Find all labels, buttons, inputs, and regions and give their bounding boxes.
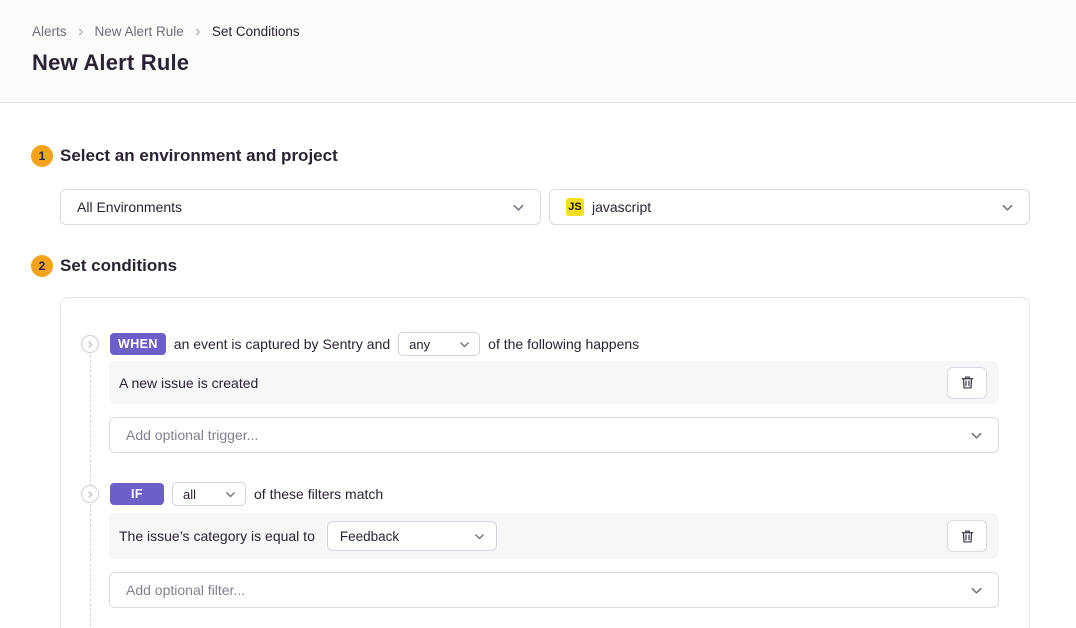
if-match-select[interactable]: all [172,482,246,506]
environment-select-value: All Environments [77,199,182,215]
project-select[interactable]: JS javascript [549,189,1030,225]
when-text-before: an event is captured by Sentry and [174,336,390,352]
add-filter-placeholder: Add optional filter... [126,582,245,598]
trigger-row: A new issue is created [109,361,999,404]
breadcrumb: Alerts New Alert Rule Set Conditions [32,24,1044,39]
collapse-when-toggle[interactable] [81,335,99,353]
when-badge: WHEN [110,333,166,355]
section-environment-title: Select an environment and project [60,146,338,166]
chevron-down-icon [224,488,237,501]
filter-value-select[interactable]: Feedback [327,521,497,551]
if-badge: IF [110,483,164,505]
chevron-right-icon [76,27,86,37]
filter-label: The issue’s category is equal to [119,528,315,544]
breadcrumb-alerts[interactable]: Alerts [32,24,67,39]
section-conditions-title: Set conditions [60,256,177,276]
if-rule-header: IF all of these filters match [61,482,1029,506]
trash-icon [960,375,975,390]
breadcrumb-set-conditions: Set Conditions [212,24,300,39]
chevron-down-icon [1000,200,1015,215]
filter-row: The issue’s category is equal to Feedbac… [109,513,999,559]
trash-icon [960,529,975,544]
add-trigger-select[interactable]: Add optional trigger... [109,417,999,453]
when-match-select[interactable]: any [398,332,480,356]
chevron-down-icon [969,428,984,443]
section-conditions-heading: 2 Set conditions [31,255,1030,277]
if-text-after: of these filters match [254,486,383,502]
chevron-right-icon [193,27,203,37]
page-title: New Alert Rule [32,50,1044,76]
conditions-card: WHEN an event is captured by Sentry and … [60,297,1030,628]
if-match-value: all [183,487,196,502]
step-badge-1: 1 [31,145,53,167]
add-filter-select[interactable]: Add optional filter... [109,572,999,608]
when-match-value: any [409,337,430,352]
step-badge-2: 2 [31,255,53,277]
filter-value: Feedback [340,529,399,544]
chevron-down-icon [458,338,471,351]
page-header: Alerts New Alert Rule Set Conditions New… [0,0,1076,103]
trigger-label: A new issue is created [119,375,258,391]
breadcrumb-new-alert-rule[interactable]: New Alert Rule [95,24,184,39]
section-environment-heading: 1 Select an environment and project [31,145,1030,167]
main-content: 1 Select an environment and project All … [0,145,1076,628]
add-trigger-placeholder: Add optional trigger... [126,427,258,443]
when-rule-header: WHEN an event is captured by Sentry and … [61,332,1029,356]
environment-project-row: All Environments JS javascript [60,189,1030,225]
collapse-if-toggle[interactable] [81,485,99,503]
delete-trigger-button[interactable] [947,367,987,399]
chevron-down-icon [969,583,984,598]
project-select-value: javascript [592,199,651,215]
when-text-after: of the following happens [488,336,639,352]
javascript-platform-icon: JS [566,198,584,216]
environment-select[interactable]: All Environments [60,189,541,225]
delete-filter-button[interactable] [947,520,987,552]
chevron-down-icon [511,200,526,215]
chevron-down-icon [473,530,486,543]
